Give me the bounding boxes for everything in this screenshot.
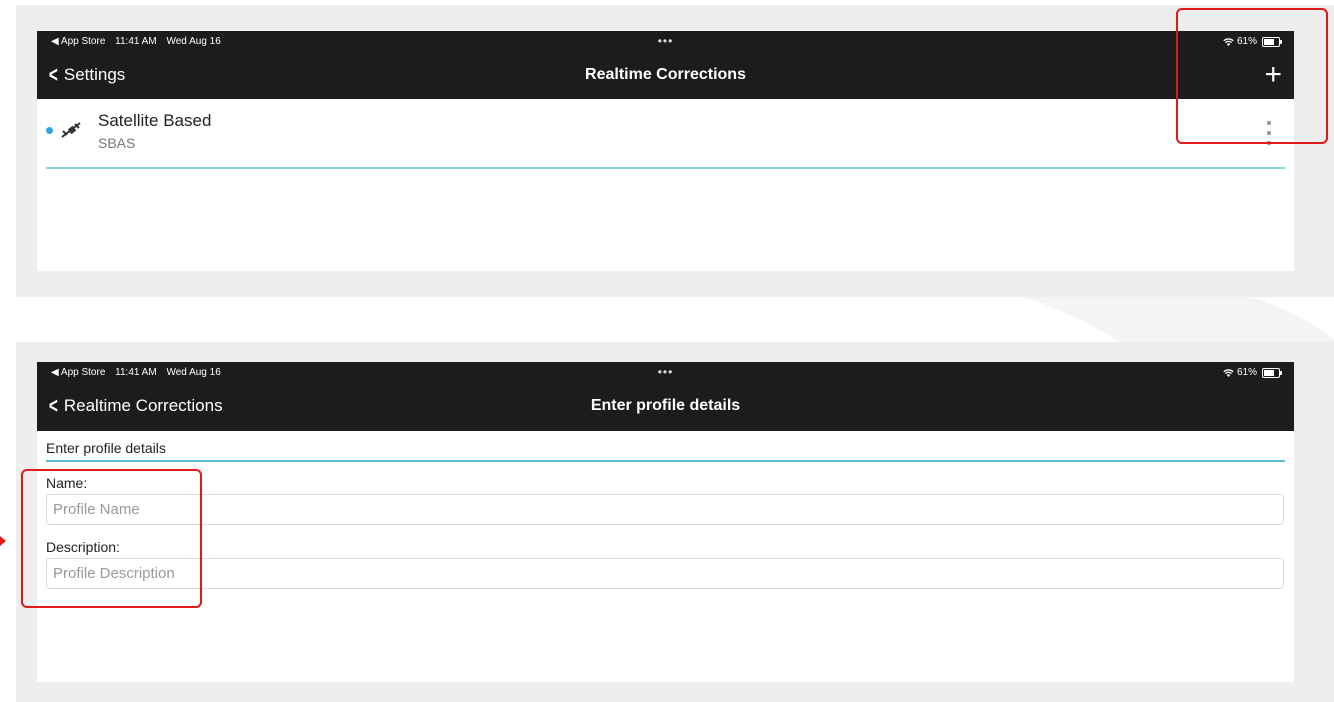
screenshot-panel-realtime-corrections: ◀ App Store 11:41 AM Wed Aug 16 ••• 61% … bbox=[16, 5, 1334, 297]
battery-percent: 61% bbox=[1236, 36, 1257, 47]
profile-name-input[interactable] bbox=[46, 494, 1284, 525]
name-label: Name: bbox=[46, 475, 88, 491]
profile-description-input[interactable] bbox=[46, 558, 1284, 589]
status-right: 61% bbox=[1223, 36, 1282, 47]
wifi-icon bbox=[1223, 38, 1234, 46]
battery-icon bbox=[1262, 36, 1282, 47]
page-title: Enter profile details bbox=[590, 397, 741, 414]
navigation-bar: < Settings Realtime Corrections + bbox=[37, 53, 1294, 99]
add-profile-button[interactable]: + bbox=[1264, 58, 1282, 92]
status-right: 61% bbox=[1223, 367, 1282, 378]
list-item-title: Satellite Based bbox=[98, 111, 212, 130]
active-indicator-dot bbox=[46, 127, 53, 134]
wifi-icon bbox=[1223, 369, 1234, 377]
status-bar: ◀ App Store 11:41 AM Wed Aug 16 ••• 61% bbox=[37, 362, 1294, 384]
description-label: Description: bbox=[46, 539, 120, 555]
list-item-satellite-based[interactable]: Satellite Based SBAS bbox=[46, 99, 1285, 169]
multitasking-dots[interactable]: ••• bbox=[37, 34, 1294, 48]
more-options-icon[interactable] bbox=[1267, 121, 1271, 145]
annotation-arrow-tip bbox=[0, 536, 6, 546]
profile-form: Enter profile details Name: Description: bbox=[37, 431, 1294, 589]
battery-percent: 61% bbox=[1236, 367, 1257, 378]
form-section-header: Enter profile details bbox=[46, 431, 1285, 462]
screenshot-panel-enter-profile-details: ◀ App Store 11:41 AM Wed Aug 16 ••• 61% … bbox=[16, 342, 1334, 702]
status-bar: ◀ App Store 11:41 AM Wed Aug 16 ••• 61% bbox=[37, 31, 1294, 53]
satellite-icon bbox=[61, 122, 81, 138]
screen-enter-profile-details: ◀ App Store 11:41 AM Wed Aug 16 ••• 61% … bbox=[37, 362, 1294, 682]
page-title: Realtime Corrections bbox=[585, 66, 746, 83]
multitasking-dots[interactable]: ••• bbox=[37, 365, 1294, 379]
list-item-subtitle: SBAS bbox=[98, 135, 136, 151]
navigation-bar: < Realtime Corrections Enter profile det… bbox=[37, 384, 1294, 431]
screen-realtime-corrections: ◀ App Store 11:41 AM Wed Aug 16 ••• 61% … bbox=[37, 31, 1294, 271]
battery-icon bbox=[1262, 367, 1282, 378]
